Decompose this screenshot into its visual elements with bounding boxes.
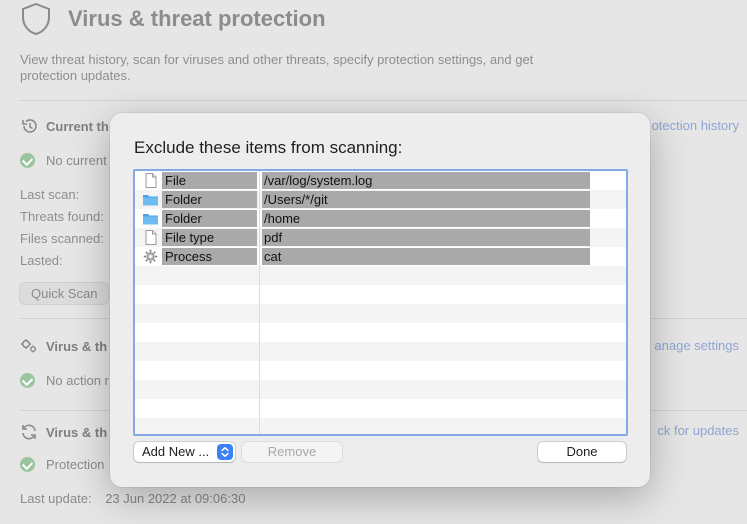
files-scanned-label: Files scanned: bbox=[20, 231, 104, 246]
manage-settings-link[interactable]: anage settings bbox=[654, 338, 739, 353]
empty-row[interactable] bbox=[135, 418, 626, 434]
table-row[interactable]: Folder/home bbox=[135, 209, 626, 228]
updates-status: Protection bbox=[20, 457, 105, 472]
lasted-label: Lasted: bbox=[20, 253, 63, 268]
history-icon bbox=[22, 119, 37, 133]
page-header: Virus & threat protection bbox=[20, 2, 326, 36]
folder-icon bbox=[142, 192, 159, 207]
empty-row[interactable] bbox=[135, 399, 626, 418]
quick-scan-button[interactable]: Quick Scan bbox=[20, 283, 109, 304]
current-threats-status: No current bbox=[20, 153, 107, 168]
checkmark-icon bbox=[20, 457, 35, 472]
exclusion-path: pdf bbox=[262, 229, 590, 246]
empty-row[interactable] bbox=[135, 304, 626, 323]
empty-row[interactable] bbox=[135, 266, 626, 285]
refresh-icon bbox=[22, 424, 36, 440]
empty-row[interactable] bbox=[135, 323, 626, 342]
threats-found-label: Threats found: bbox=[20, 209, 104, 224]
dialog-title: Exclude these items from scanning: bbox=[134, 138, 403, 157]
settings-heading: Virus & th bbox=[20, 337, 107, 355]
remove-button[interactable]: Remove bbox=[242, 442, 342, 462]
divider bbox=[20, 100, 747, 101]
add-new-label: Add New ... bbox=[142, 444, 210, 459]
table-row[interactable]: Process cat bbox=[135, 247, 626, 266]
document-icon bbox=[142, 173, 159, 188]
table-row[interactable]: File/var/log/system.log bbox=[135, 171, 626, 190]
shield-icon bbox=[22, 2, 50, 36]
empty-row[interactable] bbox=[135, 342, 626, 361]
exclusions-dialog: Exclude these items from scanning: Proce… bbox=[110, 113, 650, 487]
check-for-updates-link[interactable]: ck for updates bbox=[657, 423, 739, 438]
updates-heading: Virus & th bbox=[20, 423, 107, 441]
current-threats-heading: Current th bbox=[20, 117, 109, 135]
document-icon bbox=[142, 230, 159, 245]
exclusion-path: /Users/*/git bbox=[262, 191, 590, 208]
gears-icon bbox=[21, 339, 36, 353]
page-title: Virus & threat protection bbox=[68, 6, 326, 31]
column-divider bbox=[259, 171, 260, 434]
gear-icon bbox=[142, 249, 159, 264]
protection-history-link[interactable]: otection history bbox=[652, 118, 739, 133]
settings-status: No action r bbox=[20, 373, 109, 388]
exclusion-type: File bbox=[162, 172, 257, 189]
exclusion-type: Folder bbox=[162, 191, 257, 208]
empty-row[interactable] bbox=[135, 380, 626, 399]
folder-icon bbox=[142, 211, 159, 226]
checkmark-icon bbox=[20, 153, 35, 168]
exclusion-type: File type bbox=[162, 229, 257, 246]
exclusion-type: Process bbox=[162, 248, 257, 265]
done-button[interactable]: Done bbox=[538, 442, 626, 462]
chevron-updown-icon bbox=[217, 444, 233, 460]
exclusion-type: Folder bbox=[162, 210, 257, 227]
add-new-popup-button[interactable]: Add New ... bbox=[134, 442, 235, 462]
exclusions-table[interactable]: Process cat File type pdf Folder/home Folder /… bbox=[133, 169, 628, 436]
exclusion-path: cat bbox=[262, 248, 590, 265]
page-description: View threat history, scan for viruses an… bbox=[20, 52, 534, 83]
last-update: Last update: 23 Jun 2022 at 09:06:30 bbox=[20, 491, 246, 506]
table-row[interactable]: File type pdf bbox=[135, 228, 626, 247]
empty-row[interactable] bbox=[135, 285, 626, 304]
exclusion-path: /var/log/system.log bbox=[262, 172, 590, 189]
last-scan-label: Last scan: bbox=[20, 187, 80, 202]
checkmark-icon bbox=[20, 373, 35, 388]
empty-row[interactable] bbox=[135, 361, 626, 380]
exclusion-path: /home bbox=[262, 210, 590, 227]
table-row[interactable]: Folder/Users/*/git bbox=[135, 190, 626, 209]
